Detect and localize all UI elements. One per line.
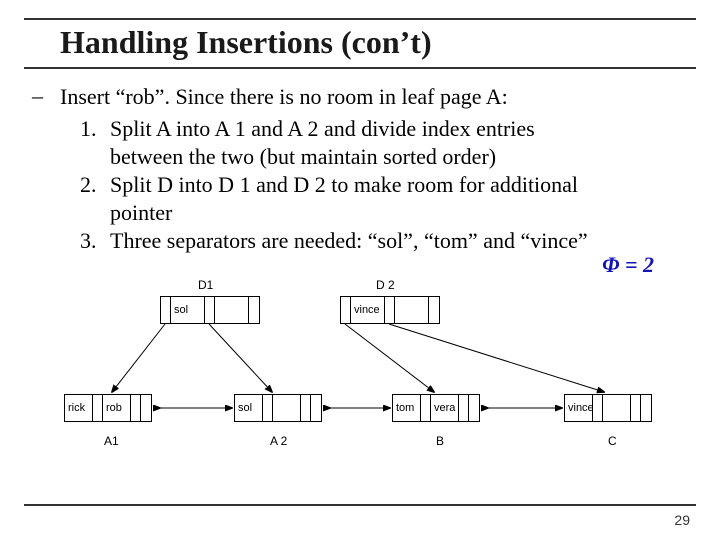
list-num: 3.: [80, 227, 102, 255]
list-item: 3. Three separators are needed: “sol”, “…: [80, 227, 696, 255]
list-text: Split A into A 1 and A 2 and divide inde…: [110, 115, 535, 143]
diagram-arrows: [24, 278, 696, 488]
bullet-row: – Insert “rob”. Since there is no room i…: [24, 83, 696, 111]
list-num: 2.: [80, 171, 102, 227]
btree-diagram: D1 sol D 2 vince rick rob A1 sol: [24, 278, 696, 488]
slide-title: Handling Insertions (con’t): [24, 18, 696, 69]
bullet-dash: –: [32, 83, 50, 111]
list-num: 1.: [80, 115, 102, 171]
numbered-list: 1. Split A into A 1 and A 2 and divide i…: [24, 115, 696, 255]
bottom-rule: [24, 504, 696, 506]
list-item: 2. Split D into D 1 and D 2 to make room…: [80, 171, 696, 227]
phi-label: Φ = 2: [602, 252, 654, 278]
list-text: pointer: [110, 199, 578, 227]
list-item: 1. Split A into A 1 and A 2 and divide i…: [80, 115, 696, 171]
list-text: Split D into D 1 and D 2 to make room fo…: [110, 171, 578, 199]
bullet-lead: Insert “rob”. Since there is no room in …: [60, 83, 508, 111]
list-text: Three separators are needed: “sol”, “tom…: [110, 227, 588, 255]
list-text: between the two (but maintain sorted ord…: [110, 143, 535, 171]
page-number: 29: [674, 512, 690, 528]
